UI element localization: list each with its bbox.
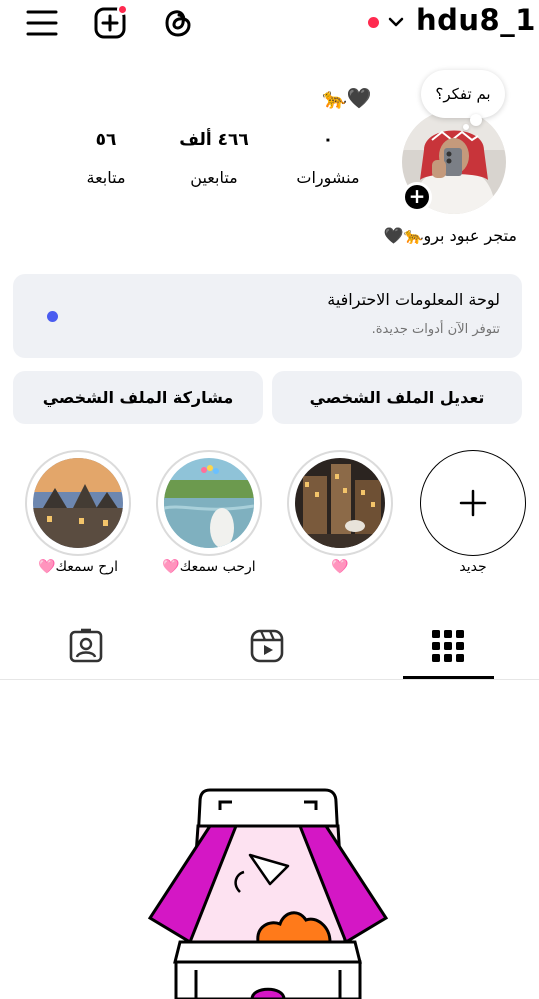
notification-dot <box>117 4 128 15</box>
username[interactable]: hdu8_1 <box>416 3 536 37</box>
highlight-ring <box>287 450 393 556</box>
posts-count: ٠ <box>322 130 334 150</box>
highlight-item[interactable]: ارح سمعك🩷 <box>25 450 131 575</box>
highlight-thumbnail <box>295 458 385 548</box>
posts-label: منشورات <box>296 168 360 187</box>
profile-emoji: 🐆🖤 <box>322 86 372 110</box>
following-count: ٥٦ <box>95 130 117 150</box>
following-stat[interactable]: ٥٦ متابعة <box>64 130 148 187</box>
grid-icon[interactable] <box>430 628 466 664</box>
highlight-thumbnail <box>164 458 254 548</box>
add-story-icon[interactable]: + <box>402 182 432 212</box>
plus-icon <box>459 489 487 517</box>
empty-posts-illustration <box>147 788 389 999</box>
highlight-label: ارح سمعك🩷 <box>38 559 118 575</box>
highlight-item[interactable]: ارحب سمعك🩷 <box>156 450 262 575</box>
highlight-thumbnail <box>33 458 123 548</box>
followers-label: متابعين <box>190 168 238 187</box>
highlight-label: 🩷 <box>331 559 349 575</box>
dashboard-subtitle: تتوفر الآن أدوات جديدة. <box>371 322 500 337</box>
followers-stat[interactable]: ٤٦٦ ألف متابعين <box>172 130 256 187</box>
threads-icon[interactable] <box>162 6 194 40</box>
dashboard-new-dot <box>47 311 58 322</box>
note-tail <box>470 114 482 126</box>
highlight-item[interactable]: 🩷 <box>287 450 393 575</box>
reels-icon[interactable] <box>249 628 285 664</box>
note-bubble[interactable]: بم تفكر؟ <box>421 70 505 118</box>
highlight-ring <box>25 450 131 556</box>
edit-profile-button[interactable]: تعديل الملف الشخصي <box>272 371 522 424</box>
note-tail-small <box>463 124 469 130</box>
share-profile-button[interactable]: مشاركة الملف الشخصي <box>13 371 263 424</box>
chevron-down-icon[interactable] <box>387 14 405 30</box>
highlight-new[interactable]: جديد <box>420 450 526 575</box>
tagged-icon[interactable] <box>68 628 104 664</box>
active-tab-indicator <box>403 676 494 679</box>
highlight-new-ring <box>420 450 526 556</box>
profile-bio: متجر عبود برو🐆🖤 <box>383 226 517 245</box>
followers-count: ٤٦٦ ألف <box>179 130 249 150</box>
account-alert-dot <box>368 17 379 28</box>
highlight-label: ارحب سمعك🩷 <box>162 559 256 575</box>
professional-dashboard[interactable]: لوحة المعلومات الاحترافية تتوفر الآن أدو… <box>13 274 522 358</box>
posts-stat[interactable]: ٠ منشورات <box>288 130 368 187</box>
highlight-ring <box>156 450 262 556</box>
profile-tabs <box>0 620 539 680</box>
following-label: متابعة <box>86 168 126 187</box>
highlight-label: جديد <box>459 559 487 575</box>
dashboard-title: لوحة المعلومات الاحترافية <box>327 290 500 309</box>
menu-icon[interactable] <box>26 8 58 38</box>
top-bar: hdu8_1 <box>0 0 539 50</box>
